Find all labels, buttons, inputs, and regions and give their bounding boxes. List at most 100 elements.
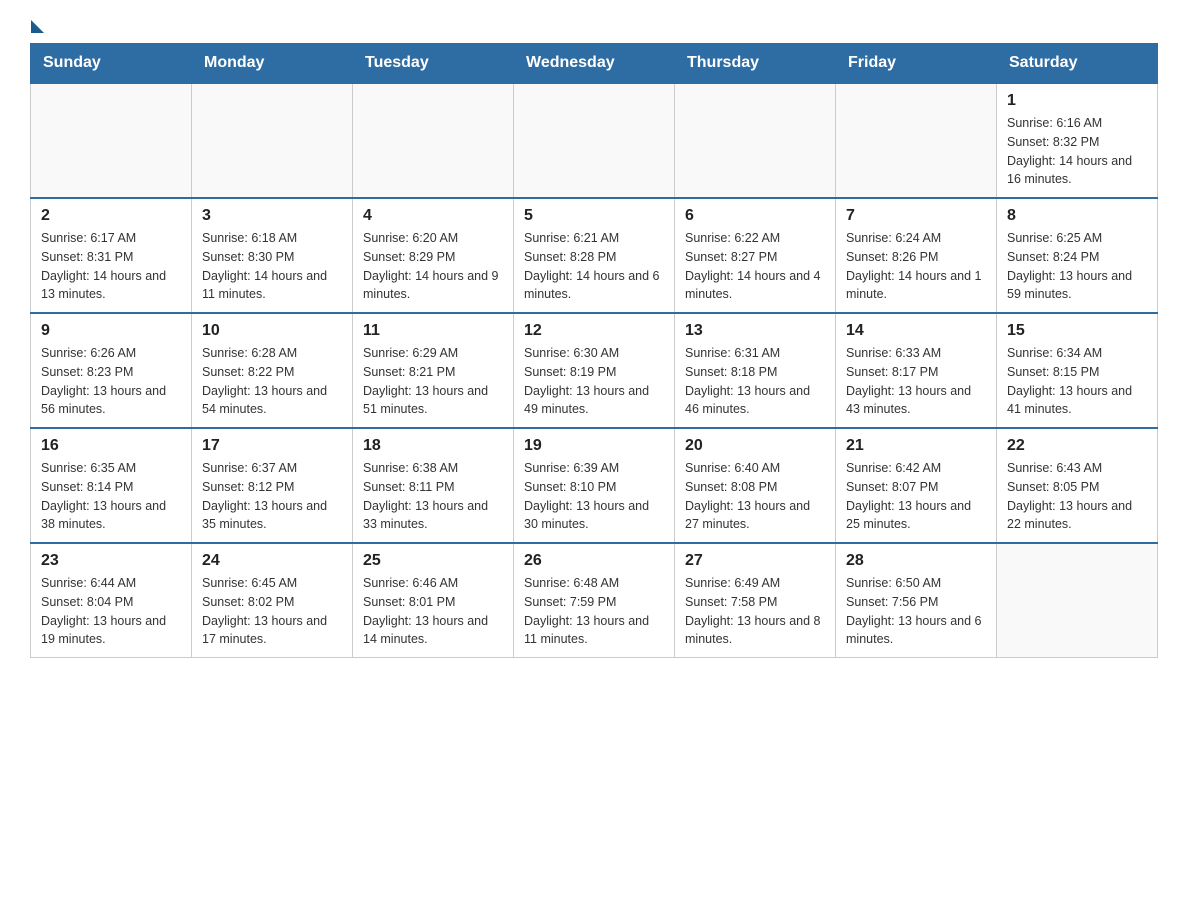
calendar-cell: 1 Sunrise: 6:16 AM Sunset: 8:32 PM Daylig… — [997, 83, 1158, 198]
week-row-5: 23 Sunrise: 6:44 AM Sunset: 8:04 PM Dayli… — [31, 543, 1158, 658]
column-header-tuesday: Tuesday — [353, 44, 514, 84]
day-info: Sunrise: 6:45 AM Sunset: 8:02 PM Dayligh… — [202, 574, 342, 649]
day-number: 23 — [41, 552, 181, 570]
day-number: 8 — [1007, 207, 1147, 225]
calendar-cell: 28Sunrise: 6:50 AM Sunset: 7:56 PM Dayli… — [836, 543, 997, 658]
calendar-cell — [192, 83, 353, 198]
calendar-cell — [675, 83, 836, 198]
column-header-friday: Friday — [836, 44, 997, 84]
day-info: Sunrise: 6:34 AM Sunset: 8:15 PM Dayligh… — [1007, 344, 1147, 419]
day-number: 15 — [1007, 322, 1147, 340]
calendar-cell: 9 Sunrise: 6:26 AM Sunset: 8:23 PM Daylig… — [31, 313, 192, 428]
day-number: 21 — [846, 437, 986, 455]
column-header-saturday: Saturday — [997, 44, 1158, 84]
day-number: 25 — [363, 552, 503, 570]
day-number: 1 — [1007, 92, 1147, 110]
day-number: 28 — [846, 552, 986, 570]
day-number: 12 — [524, 322, 664, 340]
calendar-cell: 16 Sunrise: 6:35 AM Sunset: 8:14 PM Dayli… — [31, 428, 192, 543]
day-info: Sunrise: 6:31 AM Sunset: 8:18 PM Dayligh… — [685, 344, 825, 419]
calendar-cell: 4 Sunrise: 6:20 AM Sunset: 8:29 PM Daylig… — [353, 198, 514, 313]
calendar-cell: 2Sunrise: 6:17 AM Sunset: 8:31 PM Daylig… — [31, 198, 192, 313]
day-info: Sunrise: 6:35 AM Sunset: 8:14 PM Dayligh… — [41, 459, 181, 534]
calendar-cell: 5 Sunrise: 6:21 AM Sunset: 8:28 PM Daylig… — [514, 198, 675, 313]
day-info: Sunrise: 6:18 AM Sunset: 8:30 PM Dayligh… — [202, 229, 342, 304]
day-number: 9 — [41, 322, 181, 340]
calendar-cell — [514, 83, 675, 198]
day-info: Sunrise: 6:26 AM Sunset: 8:23 PM Dayligh… — [41, 344, 181, 419]
calendar-table: SundayMondayTuesdayWednesdayThursdayFrid… — [30, 43, 1158, 658]
day-info: Sunrise: 6:43 AM Sunset: 8:05 PM Dayligh… — [1007, 459, 1147, 534]
day-info: Sunrise: 6:46 AM Sunset: 8:01 PM Dayligh… — [363, 574, 503, 649]
week-row-2: 2Sunrise: 6:17 AM Sunset: 8:31 PM Daylig… — [31, 198, 1158, 313]
day-number: 10 — [202, 322, 342, 340]
day-info: Sunrise: 6:48 AM Sunset: 7:59 PM Dayligh… — [524, 574, 664, 649]
day-info: Sunrise: 6:29 AM Sunset: 8:21 PM Dayligh… — [363, 344, 503, 419]
day-info: Sunrise: 6:24 AM Sunset: 8:26 PM Dayligh… — [846, 229, 986, 304]
calendar-cell: 14 Sunrise: 6:33 AM Sunset: 8:17 PM Dayli… — [836, 313, 997, 428]
calendar-cell: 25 Sunrise: 6:46 AM Sunset: 8:01 PM Dayli… — [353, 543, 514, 658]
day-number: 26 — [524, 552, 664, 570]
day-number: 7 — [846, 207, 986, 225]
day-info: Sunrise: 6:42 AM Sunset: 8:07 PM Dayligh… — [846, 459, 986, 534]
calendar-cell: 8 Sunrise: 6:25 AM Sunset: 8:24 PM Daylig… — [997, 198, 1158, 313]
day-info: Sunrise: 6:22 AM Sunset: 8:27 PM Dayligh… — [685, 229, 825, 304]
day-info: Sunrise: 6:38 AM Sunset: 8:11 PM Dayligh… — [363, 459, 503, 534]
day-number: 13 — [685, 322, 825, 340]
day-number: 5 — [524, 207, 664, 225]
calendar-cell: 18 Sunrise: 6:38 AM Sunset: 8:11 PM Dayli… — [353, 428, 514, 543]
day-number: 20 — [685, 437, 825, 455]
day-number: 11 — [363, 322, 503, 340]
day-number: 22 — [1007, 437, 1147, 455]
calendar-cell: 13 Sunrise: 6:31 AM Sunset: 8:18 PM Dayli… — [675, 313, 836, 428]
week-row-3: 9 Sunrise: 6:26 AM Sunset: 8:23 PM Daylig… — [31, 313, 1158, 428]
calendar-cell: 27 Sunrise: 6:49 AM Sunset: 7:58 PM Dayli… — [675, 543, 836, 658]
calendar-cell: 6 Sunrise: 6:22 AM Sunset: 8:27 PM Daylig… — [675, 198, 836, 313]
day-info: Sunrise: 6:49 AM Sunset: 7:58 PM Dayligh… — [685, 574, 825, 649]
day-number: 14 — [846, 322, 986, 340]
day-info: Sunrise: 6:25 AM Sunset: 8:24 PM Dayligh… — [1007, 229, 1147, 304]
day-info: Sunrise: 6:39 AM Sunset: 8:10 PM Dayligh… — [524, 459, 664, 534]
day-info: Sunrise: 6:28 AM Sunset: 8:22 PM Dayligh… — [202, 344, 342, 419]
calendar-cell: 3 Sunrise: 6:18 AM Sunset: 8:30 PM Daylig… — [192, 198, 353, 313]
logo — [30, 20, 44, 29]
calendar-cell: 19Sunrise: 6:39 AM Sunset: 8:10 PM Dayli… — [514, 428, 675, 543]
calendar-cell: 26 Sunrise: 6:48 AM Sunset: 7:59 PM Dayli… — [514, 543, 675, 658]
day-number: 3 — [202, 207, 342, 225]
calendar-cell: 23 Sunrise: 6:44 AM Sunset: 8:04 PM Dayli… — [31, 543, 192, 658]
day-info: Sunrise: 6:40 AM Sunset: 8:08 PM Dayligh… — [685, 459, 825, 534]
day-info: Sunrise: 6:30 AM Sunset: 8:19 PM Dayligh… — [524, 344, 664, 419]
day-number: 4 — [363, 207, 503, 225]
day-info: Sunrise: 6:44 AM Sunset: 8:04 PM Dayligh… — [41, 574, 181, 649]
day-info: Sunrise: 6:16 AM Sunset: 8:32 PM Dayligh… — [1007, 114, 1147, 189]
calendar-cell: 11 Sunrise: 6:29 AM Sunset: 8:21 PM Dayli… — [353, 313, 514, 428]
day-number: 18 — [363, 437, 503, 455]
logo-triangle-icon — [31, 20, 44, 33]
calendar-cell: 21 Sunrise: 6:42 AM Sunset: 8:07 PM Dayli… — [836, 428, 997, 543]
column-header-sunday: Sunday — [31, 44, 192, 84]
day-number: 27 — [685, 552, 825, 570]
day-number: 6 — [685, 207, 825, 225]
calendar-cell — [353, 83, 514, 198]
column-header-monday: Monday — [192, 44, 353, 84]
calendar-cell: 15 Sunrise: 6:34 AM Sunset: 8:15 PM Dayli… — [997, 313, 1158, 428]
day-info: Sunrise: 6:20 AM Sunset: 8:29 PM Dayligh… — [363, 229, 503, 304]
day-number: 16 — [41, 437, 181, 455]
calendar-cell: 24Sunrise: 6:45 AM Sunset: 8:02 PM Dayli… — [192, 543, 353, 658]
day-info: Sunrise: 6:33 AM Sunset: 8:17 PM Dayligh… — [846, 344, 986, 419]
calendar-cell — [31, 83, 192, 198]
day-info: Sunrise: 6:17 AM Sunset: 8:31 PM Dayligh… — [41, 229, 181, 304]
calendar-header-row: SundayMondayTuesdayWednesdayThursdayFrid… — [31, 44, 1158, 84]
calendar-cell: 20 Sunrise: 6:40 AM Sunset: 8:08 PM Dayli… — [675, 428, 836, 543]
column-header-wednesday: Wednesday — [514, 44, 675, 84]
calendar-cell: 17Sunrise: 6:37 AM Sunset: 8:12 PM Dayli… — [192, 428, 353, 543]
calendar-cell: 10 Sunrise: 6:28 AM Sunset: 8:22 PM Dayli… — [192, 313, 353, 428]
page-header — [30, 20, 1158, 29]
column-header-thursday: Thursday — [675, 44, 836, 84]
calendar-cell: 7 Sunrise: 6:24 AM Sunset: 8:26 PM Daylig… — [836, 198, 997, 313]
day-number: 17 — [202, 437, 342, 455]
week-row-4: 16 Sunrise: 6:35 AM Sunset: 8:14 PM Dayli… — [31, 428, 1158, 543]
week-row-1: 1 Sunrise: 6:16 AM Sunset: 8:32 PM Daylig… — [31, 83, 1158, 198]
day-info: Sunrise: 6:21 AM Sunset: 8:28 PM Dayligh… — [524, 229, 664, 304]
calendar-cell — [997, 543, 1158, 658]
